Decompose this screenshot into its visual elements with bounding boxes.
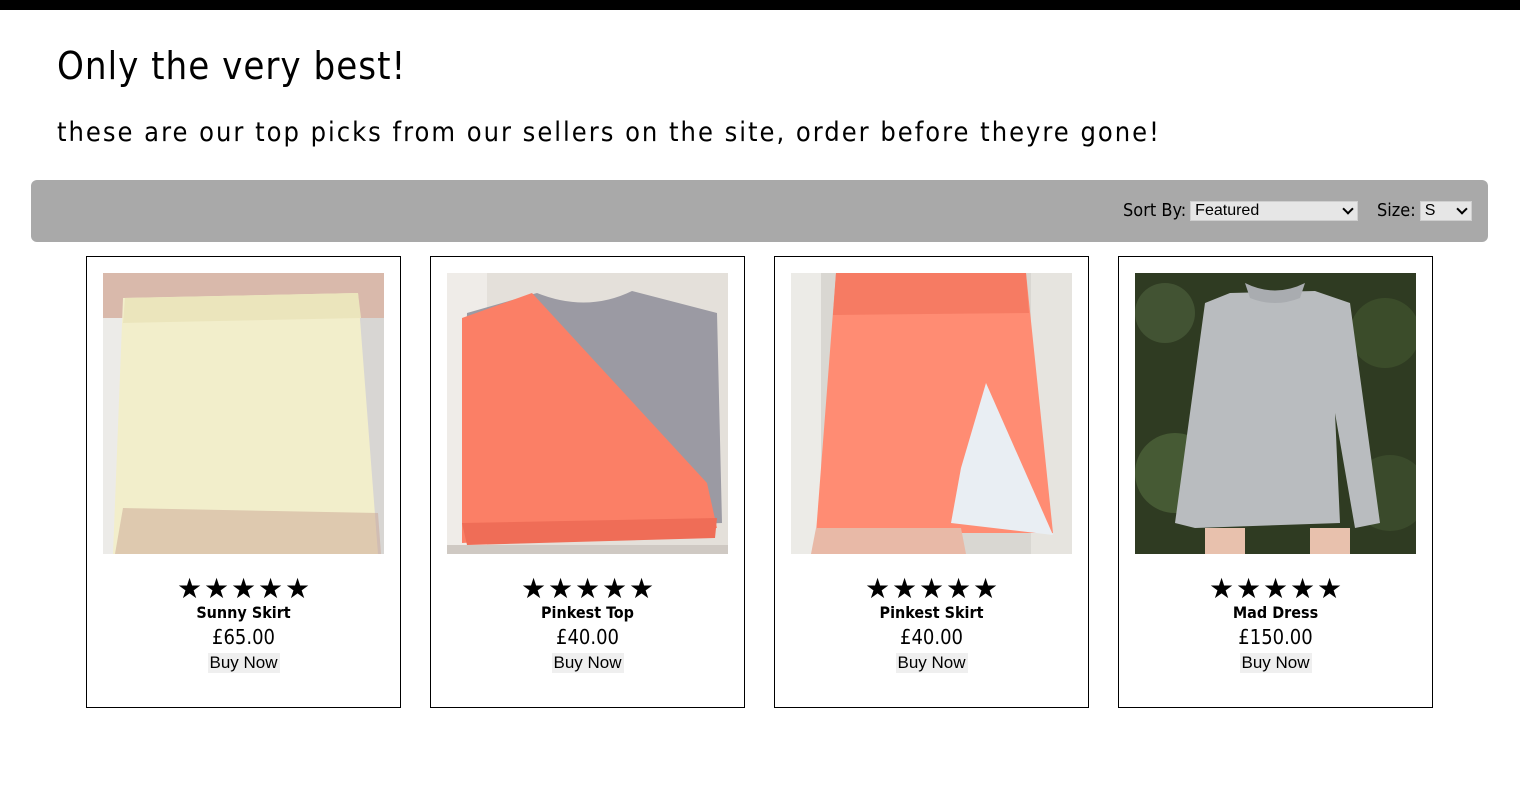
chevron-down-icon — [1342, 202, 1354, 215]
dress-image — [1135, 273, 1416, 554]
top-bar — [0, 0, 1520, 10]
star-icon: ★ — [918, 572, 945, 605]
top-image — [447, 273, 728, 554]
product-card: ★★★★★ Pinkest Skirt £40.00 Buy Now — [774, 256, 1089, 708]
star-icon: ★ — [1262, 572, 1289, 605]
size-filter: Size: S — [1377, 200, 1472, 221]
product-image-pinkest-top[interactable] — [447, 273, 728, 554]
star-icon: ★ — [230, 572, 257, 605]
star-icon: ★ — [945, 572, 972, 605]
product-image-mad-dress[interactable] — [1135, 273, 1416, 554]
sort-filter: Sort By: Featured — [1123, 200, 1359, 221]
page-title: Only the very best! — [57, 44, 407, 88]
star-rating: ★★★★★ — [87, 575, 400, 603]
star-icon: ★ — [203, 572, 230, 605]
star-rating: ★★★★★ — [1119, 575, 1432, 603]
filter-bar: Sort By: Featured Size: S — [31, 180, 1488, 242]
sort-label: Sort By: — [1123, 200, 1187, 221]
sort-selected-value: Featured — [1195, 201, 1260, 219]
product-name: Mad Dress — [1232, 603, 1319, 622]
skirt-image — [103, 273, 384, 554]
product-card: ★★★★★ Mad Dress £150.00 Buy Now — [1118, 256, 1433, 708]
size-label: Size: — [1377, 200, 1416, 221]
buy-now-button[interactable]: Buy Now — [895, 653, 968, 673]
buy-now-button[interactable]: Buy Now — [207, 653, 280, 673]
skirt-image — [791, 273, 1072, 554]
star-icon: ★ — [1235, 572, 1262, 605]
product-card: ★★★★★ Sunny Skirt £65.00 Buy Now — [86, 256, 401, 708]
sort-select[interactable]: Featured — [1190, 200, 1359, 221]
product-image-pinkest-skirt[interactable] — [791, 273, 1072, 554]
product-price: £150.00 — [1238, 625, 1313, 649]
product-price: £40.00 — [556, 625, 619, 649]
star-icon: ★ — [257, 572, 284, 605]
product-price: £40.00 — [900, 625, 963, 649]
product-card: ★★★★★ Pinkest Top £40.00 Buy Now — [430, 256, 745, 708]
product-image-sunny-skirt[interactable] — [103, 273, 384, 554]
star-icon: ★ — [628, 572, 655, 605]
page-subtitle: these are our top picks from our sellers… — [57, 117, 1161, 148]
chevron-down-icon — [1456, 202, 1468, 215]
product-price: £65.00 — [212, 625, 275, 649]
star-icon: ★ — [891, 572, 918, 605]
star-icon: ★ — [547, 572, 574, 605]
star-icon: ★ — [1289, 572, 1316, 605]
buy-now-button[interactable]: Buy Now — [551, 653, 624, 673]
size-select[interactable]: S — [1419, 200, 1472, 221]
star-icon: ★ — [1208, 572, 1235, 605]
star-icon: ★ — [601, 572, 628, 605]
product-name: Sunny Skirt — [196, 603, 291, 622]
star-icon: ★ — [284, 572, 311, 605]
star-icon: ★ — [176, 572, 203, 605]
product-name: Pinkest Skirt — [879, 603, 984, 622]
product-name: Pinkest Top — [541, 603, 634, 622]
star-rating: ★★★★★ — [775, 575, 1088, 603]
star-icon: ★ — [864, 572, 891, 605]
star-icon: ★ — [972, 572, 999, 605]
star-icon: ★ — [520, 572, 547, 605]
size-selected-value: S — [1424, 201, 1436, 219]
star-rating: ★★★★★ — [431, 575, 744, 603]
star-icon: ★ — [574, 572, 601, 605]
buy-now-button[interactable]: Buy Now — [1239, 653, 1312, 673]
star-icon: ★ — [1316, 572, 1343, 605]
